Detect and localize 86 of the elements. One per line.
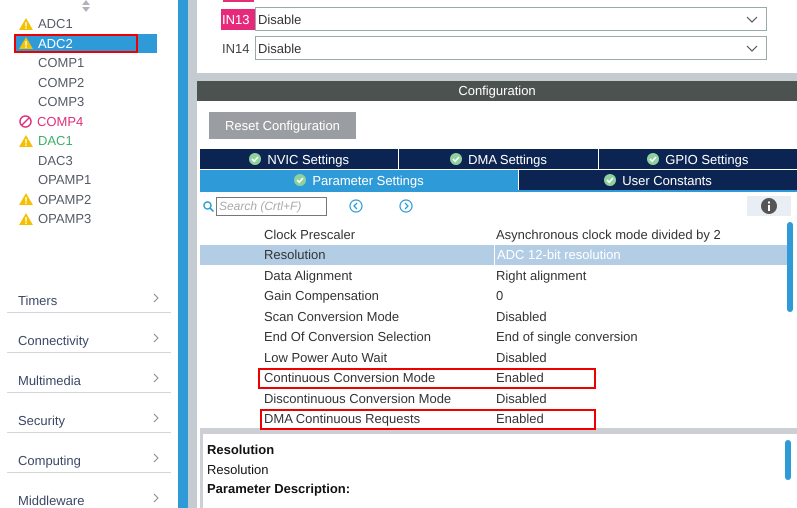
warning-icon bbox=[19, 37, 33, 50]
sort-icon[interactable] bbox=[82, 0, 90, 12]
chevron-right-icon bbox=[153, 452, 159, 462]
peripheral-item[interactable]: ADC1 bbox=[14, 14, 152, 34]
parameter-row[interactable]: Data Alignment Right alignment bbox=[200, 265, 787, 286]
parameter-row[interactable]: DMA Continuous Requests Enabled bbox=[200, 408, 787, 429]
check-icon bbox=[647, 153, 660, 165]
blocked-icon bbox=[19, 114, 32, 128]
warning-icon bbox=[19, 134, 33, 147]
info-icon bbox=[761, 198, 777, 214]
search-field[interactable]: Search (Crtl+F) bbox=[216, 196, 327, 216]
chevron-right-icon bbox=[153, 332, 159, 342]
parameter-name: Scan Conversion Mode bbox=[263, 308, 400, 324]
dropdown[interactable]: Disable bbox=[255, 7, 767, 31]
search-icon bbox=[203, 200, 214, 212]
tab[interactable]: User Constants bbox=[519, 170, 797, 190]
info-button[interactable] bbox=[747, 196, 791, 216]
parameter-name: Clock Prescaler bbox=[263, 226, 356, 242]
parameter-value: Disabled bbox=[495, 390, 547, 408]
parameter-name: Gain Compensation bbox=[263, 288, 380, 304]
parameter-name: Resolution bbox=[263, 247, 326, 262]
chevron-right-icon bbox=[153, 412, 159, 422]
parameter-row[interactable]: Gain Compensation 0 bbox=[200, 286, 787, 306]
next-icon[interactable] bbox=[399, 199, 413, 213]
chevron-down-icon bbox=[746, 44, 758, 52]
description-text: Resolution bbox=[207, 460, 270, 478]
input-label: IN14 bbox=[221, 40, 250, 58]
parameter-name: DMA Continuous Requests bbox=[263, 411, 422, 426]
parameter-name: Continuous Conversion Mode bbox=[263, 370, 436, 386]
section-header: Configuration bbox=[197, 81, 797, 101]
chevron-right-icon bbox=[153, 292, 159, 302]
category-item[interactable]: Timers bbox=[7, 272, 171, 312]
parameter-value: ADC 12-bit resolution bbox=[494, 244, 621, 265]
category-item[interactable]: Multimedia bbox=[7, 352, 171, 392]
peripheral-item[interactable]: DAC3 bbox=[14, 150, 152, 170]
previous-icon[interactable] bbox=[349, 199, 363, 213]
scrollbar[interactable] bbox=[178, 0, 188, 508]
parameter-row[interactable]: Continuous Conversion Mode Enabled bbox=[200, 368, 787, 388]
parameter-value: Right alignment bbox=[495, 266, 586, 285]
parameter-value: Disabled bbox=[495, 348, 547, 367]
chevron-right-icon bbox=[153, 492, 159, 502]
tab[interactable]: DMA Settings bbox=[399, 149, 598, 169]
parameter-value: Enabled bbox=[495, 410, 544, 428]
warning-icon bbox=[19, 212, 33, 225]
category-item[interactable]: Security bbox=[7, 392, 171, 432]
check-icon bbox=[450, 153, 462, 165]
tab[interactable]: GPIO Settings bbox=[598, 149, 797, 169]
category-item[interactable]: Connectivity bbox=[7, 312, 171, 352]
scrollbar-thumb[interactable] bbox=[787, 222, 793, 312]
parameter-value: Disabled bbox=[495, 308, 547, 326]
parameter-row[interactable]: Clock Prescaler Asynchronous clock mode divided by 2 bbox=[200, 224, 787, 244]
peripheral-item[interactable]: COMP1 bbox=[14, 53, 152, 72]
chevron-down-icon bbox=[746, 16, 758, 22]
parameter-name: Data Alignment bbox=[263, 268, 354, 283]
description-heading: Parameter Description: bbox=[207, 480, 352, 498]
category-item[interactable]: Middleware bbox=[7, 472, 171, 508]
parameter-value: End of single conversion bbox=[495, 328, 638, 346]
tab[interactable]: NVIC Settings bbox=[200, 149, 398, 169]
parameter-value: 0 bbox=[495, 287, 504, 306]
parameter-row[interactable]: Scan Conversion Mode Disabled bbox=[200, 306, 787, 326]
parameter-row[interactable]: Resolution ADC 12-bit resolution bbox=[200, 244, 787, 265]
check-icon bbox=[604, 174, 616, 186]
parameter-name: End Of Conversion Selection bbox=[263, 329, 432, 344]
peripheral-item[interactable]: COMP4 bbox=[14, 112, 152, 131]
warning-icon bbox=[19, 18, 33, 30]
dropdown[interactable]: Disable bbox=[255, 36, 767, 60]
parameter-value: Asynchronous clock mode divided by 2 bbox=[495, 226, 721, 244]
peripheral-item[interactable]: OPAMP1 bbox=[14, 170, 152, 190]
parameter-row[interactable]: Discontinuous Conversion Mode Disabled bbox=[200, 388, 787, 408]
description-title: Resolution bbox=[207, 441, 276, 459]
scrollbar-thumb[interactable] bbox=[785, 440, 791, 480]
check-icon bbox=[249, 153, 262, 165]
input-label: IN13 bbox=[221, 8, 255, 30]
peripheral-item[interactable]: COMP3 bbox=[14, 92, 152, 112]
parameter-row[interactable]: Low Power Auto Wait Disabled bbox=[200, 347, 787, 368]
peripheral-item[interactable]: OPAMP2 bbox=[14, 190, 152, 209]
peripheral-item[interactable]: OPAMP3 bbox=[14, 209, 152, 228]
peripheral-item[interactable]: COMP2 bbox=[14, 72, 152, 92]
check-icon bbox=[294, 174, 306, 186]
parameter-row[interactable]: End Of Conversion Selection End of single conversion bbox=[200, 326, 787, 347]
chevron-right-icon bbox=[153, 372, 159, 382]
parameter-name: Low Power Auto Wait bbox=[263, 350, 388, 365]
category-item[interactable]: Computing bbox=[7, 432, 171, 472]
warning-icon bbox=[19, 193, 33, 206]
parameter-value: Enabled bbox=[495, 369, 544, 388]
parameter-name: Discontinuous Conversion Mode bbox=[263, 390, 452, 406]
